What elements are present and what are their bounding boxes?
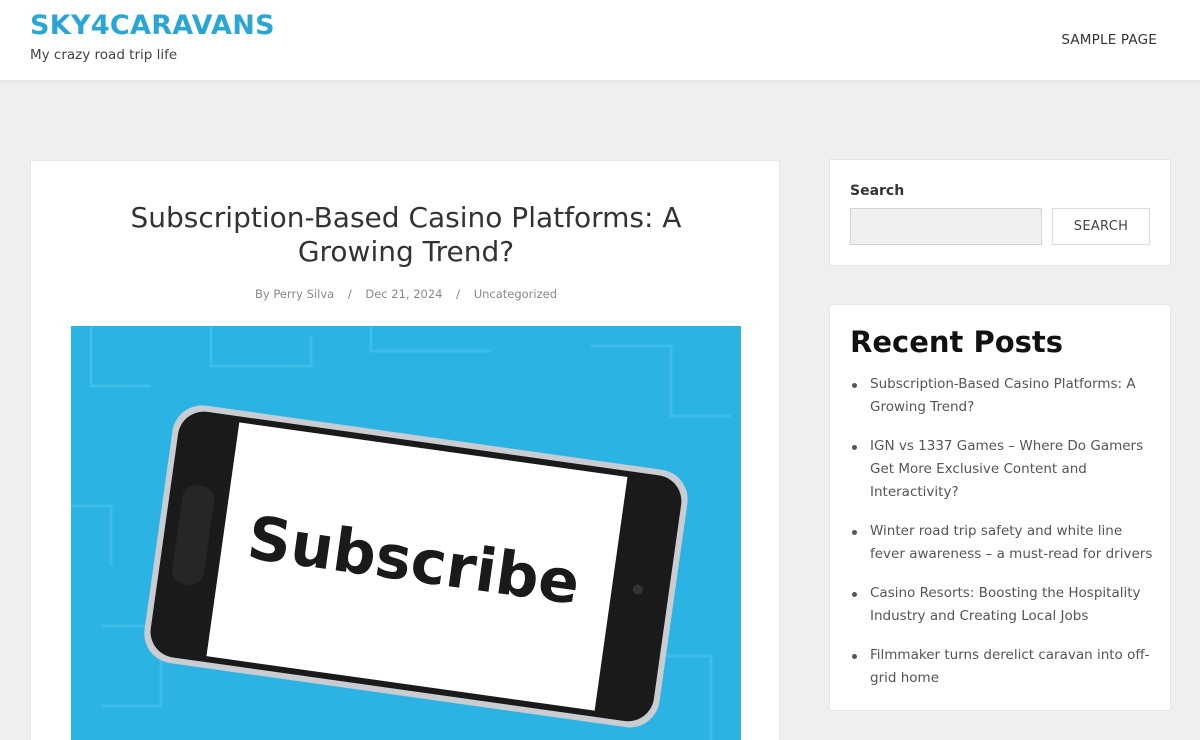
post-card: Subscription-Based Casino Platforms: A G… xyxy=(30,160,780,740)
recent-posts-heading: Recent Posts xyxy=(850,325,1064,359)
list-item: Filmmaker turns derelict caravan into of… xyxy=(852,644,1155,690)
meta-date-link[interactable]: Dec 21, 2024 xyxy=(365,287,442,301)
site-title-link[interactable]: SKY4CARAVANS xyxy=(30,10,275,41)
meta-category-link[interactable]: Uncategorized xyxy=(474,287,557,301)
meta-separator: / xyxy=(347,287,352,301)
meta-separator: / xyxy=(456,287,461,301)
site-tagline: My crazy road trip life xyxy=(30,47,178,63)
meta-author-link[interactable]: Perry Silva xyxy=(273,287,334,301)
search-input[interactable] xyxy=(850,208,1042,245)
list-item: Subscription-Based Casino Platforms: A G… xyxy=(852,373,1155,419)
recent-posts-list: Subscription-Based Casino Platforms: A G… xyxy=(852,373,1155,706)
post-meta: By Perry Silva / Dec 21, 2024 / Uncatego… xyxy=(31,287,781,301)
recent-post-link[interactable]: Winter road trip safety and white line f… xyxy=(870,523,1152,562)
recent-post-link[interactable]: Casino Resorts: Boosting the Hospitality… xyxy=(870,585,1141,624)
recent-posts-widget: Recent Posts Subscription-Based Casino P… xyxy=(829,304,1171,711)
list-item: Casino Resorts: Boosting the Hospitality… xyxy=(852,582,1155,628)
recent-post-link[interactable]: Filmmaker turns derelict caravan into of… xyxy=(870,647,1150,686)
featured-image-illustration: Subscribe xyxy=(71,326,741,740)
list-item: Winter road trip safety and white line f… xyxy=(852,520,1155,566)
nav-sample-page[interactable]: SAMPLE PAGE xyxy=(1061,32,1157,48)
recent-post-link[interactable]: IGN vs 1337 Games – Where Do Gamers Get … xyxy=(870,438,1143,500)
search-button[interactable]: SEARCH xyxy=(1052,208,1150,245)
recent-post-link[interactable]: Subscription-Based Casino Platforms: A G… xyxy=(870,376,1136,415)
site-header: SKY4CARAVANS My crazy road trip life SAM… xyxy=(0,0,1200,80)
list-item: IGN vs 1337 Games – Where Do Gamers Get … xyxy=(852,435,1155,504)
post-title: Subscription-Based Casino Platforms: A G… xyxy=(130,201,682,268)
featured-image: Subscribe xyxy=(71,326,741,740)
meta-by-label: By xyxy=(254,287,270,301)
search-widget: Search SEARCH xyxy=(829,159,1171,266)
search-label: Search xyxy=(850,183,905,199)
